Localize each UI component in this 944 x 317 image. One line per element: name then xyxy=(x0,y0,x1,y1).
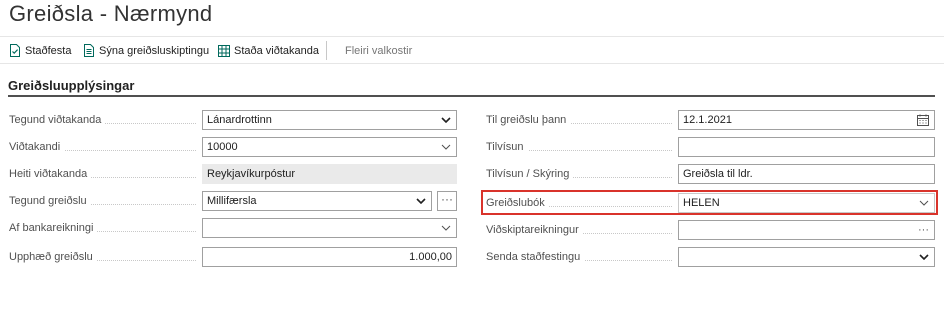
recipient-label: Viðtakandi xyxy=(9,137,202,157)
recipient-name-value: Reykjavíkurpóstur xyxy=(207,168,296,180)
payment-type-value: Millifærsla xyxy=(207,195,257,207)
recipient-status-button[interactable]: Staða viðtakanda xyxy=(218,37,319,64)
chevron-down-icon xyxy=(416,192,426,210)
due-date-value: 12.1.2021 xyxy=(683,114,732,126)
payment-type-assist-button[interactable]: ··· xyxy=(437,191,457,211)
business-account-field[interactable]: ··· xyxy=(678,220,935,240)
confirm-button-label: Staðfesta xyxy=(25,44,72,57)
from-bank-account-label: Af bankareikningi xyxy=(9,218,202,238)
due-date-field[interactable]: 12.1.2021 xyxy=(678,110,935,130)
payment-type-select[interactable]: Millifærsla xyxy=(202,191,432,211)
toolbar-divider xyxy=(326,41,327,60)
ellipsis-icon[interactable]: ··· xyxy=(918,221,929,239)
confirm-button[interactable]: Staðfesta xyxy=(9,37,71,64)
reference-description-field[interactable]: Greiðsla til ldr. xyxy=(678,164,935,184)
recipient-value: 10000 xyxy=(207,141,238,153)
grid-icon xyxy=(218,44,230,57)
recipient-status-label: Staða viðtakanda xyxy=(234,44,320,57)
send-confirmation-label: Senda staðfestingu xyxy=(486,247,678,267)
payment-type-label: Tegund greiðslu xyxy=(9,191,202,211)
recipient-type-select[interactable]: Lánardrottinn xyxy=(202,110,457,130)
due-date-label: Til greiðslu þann xyxy=(486,110,678,130)
document-check-icon xyxy=(10,44,20,57)
chevron-down-icon xyxy=(441,111,451,129)
chevron-down-icon xyxy=(919,248,929,266)
action-bar: Staðfesta Sýna greiðsluskiptingu Staða v… xyxy=(0,36,944,64)
payment-amount-value: 1.000,00 xyxy=(409,251,452,263)
reference-description-label: Tilvísun / Skýring xyxy=(486,164,678,184)
reference-label: Tilvísun xyxy=(486,137,678,157)
recipient-name-field: Reykjavíkurpóstur xyxy=(202,164,457,184)
recipient-type-label: Tegund viðtakanda xyxy=(9,110,202,130)
highlight-box xyxy=(481,190,938,215)
show-payment-split-button[interactable]: Sýna greiðsluskiptingu xyxy=(83,37,209,64)
section-divider xyxy=(8,95,935,97)
reference-description-value: Greiðsla til ldr. xyxy=(683,168,753,180)
reference-field[interactable] xyxy=(678,137,935,157)
business-account-label: Viðskiptareikningur xyxy=(486,220,678,240)
recipient-name-label: Heiti viðtakanda xyxy=(9,164,202,184)
more-options-label: Fleiri valkostir xyxy=(345,44,413,57)
from-bank-account-field[interactable] xyxy=(202,218,457,238)
recipient-field[interactable]: 10000 xyxy=(202,137,457,157)
payment-amount-field[interactable]: 1.000,00 xyxy=(202,247,457,267)
page-title: Greiðsla - Nærmynd xyxy=(9,1,213,26)
chevron-down-icon[interactable] xyxy=(441,138,451,156)
payment-amount-label: Upphæð greiðslu xyxy=(9,247,202,267)
calendar-icon[interactable] xyxy=(917,111,929,129)
more-options-button[interactable]: Fleiri valkostir xyxy=(345,37,412,64)
send-confirmation-select[interactable] xyxy=(678,247,935,267)
section-title: Greiðsluupplýsingar xyxy=(8,78,135,93)
chevron-down-icon[interactable] xyxy=(441,219,451,237)
document-split-icon xyxy=(84,44,94,57)
show-payment-split-label: Sýna greiðsluskiptingu xyxy=(99,44,210,57)
recipient-type-value: Lánardrottinn xyxy=(207,114,272,126)
